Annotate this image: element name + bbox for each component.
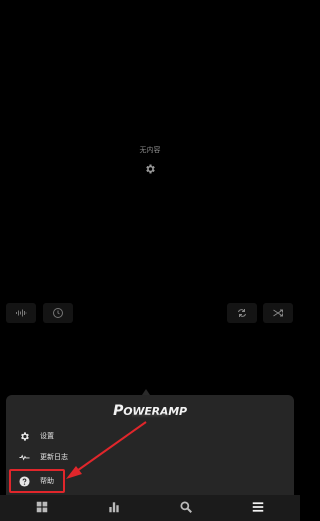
tab-search[interactable] [176, 497, 196, 517]
logo-reflection [132, 414, 168, 418]
menu-item-label: 更新日志 [40, 453, 68, 461]
menu-item-label: 设置 [40, 432, 54, 440]
waveform-button[interactable] [6, 303, 36, 323]
menu-item-settings[interactable]: 设置 [18, 427, 54, 445]
shuffle-button[interactable] [263, 303, 293, 323]
clock-button[interactable] [43, 303, 73, 323]
search-icon [180, 501, 192, 513]
clock-icon [53, 308, 63, 318]
bar-chart-icon [109, 502, 119, 513]
tab-equalizer[interactable] [104, 497, 124, 517]
help-highlight-box [9, 469, 65, 493]
tab-menu[interactable] [248, 497, 268, 517]
shuffle-icon [273, 309, 283, 317]
gear-icon [18, 430, 30, 442]
empty-state-label: 无内容 [139, 146, 161, 154]
repeat-button[interactable] [227, 303, 257, 323]
gear-icon[interactable] [144, 160, 156, 174]
grid-icon [36, 501, 48, 513]
menu-item-changelog[interactable]: 更新日志 [18, 448, 68, 466]
changelog-icon [18, 451, 30, 463]
tab-library[interactable] [32, 497, 52, 517]
repeat-icon [238, 309, 246, 317]
waveform-icon [16, 309, 27, 317]
menu-icon [252, 502, 264, 512]
